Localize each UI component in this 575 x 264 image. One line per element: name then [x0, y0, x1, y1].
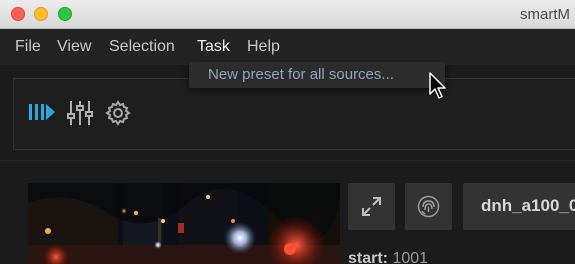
minimize-window-button[interactable]	[34, 7, 48, 21]
gear-icon[interactable]	[105, 100, 131, 131]
expand-button[interactable]	[348, 183, 395, 230]
section-divider	[0, 160, 575, 161]
close-window-button[interactable]	[11, 7, 25, 21]
source-name-button[interactable]: dnh_a100_0	[463, 183, 575, 230]
play-queue-icon[interactable]	[28, 100, 56, 129]
start-frame-row: start: 1001	[348, 250, 428, 264]
mouse-cursor-icon	[429, 72, 447, 105]
menu-help[interactable]: Help	[247, 38, 280, 56]
window-title: smartM	[520, 6, 570, 23]
menu-view[interactable]: View	[57, 38, 91, 56]
menu-file[interactable]: File	[15, 38, 41, 56]
source-thumbnail[interactable]	[28, 183, 340, 264]
sliders-icon[interactable]	[67, 100, 93, 131]
source-name: dnh_a100_0	[481, 196, 575, 215]
menu-selection[interactable]: Selection	[109, 38, 175, 56]
menu-bar: File View Selection Task Help	[0, 29, 575, 65]
task-menu-dropdown: New preset for all sources...	[189, 62, 445, 88]
fingerprint-button[interactable]	[405, 183, 452, 230]
menu-task[interactable]: Task	[197, 38, 230, 56]
start-value: 1001	[392, 250, 429, 264]
menu-item-new-preset-all-sources[interactable]: New preset for all sources...	[208, 66, 394, 83]
window-titlebar: smartM	[0, 0, 575, 29]
expand-icon	[361, 196, 382, 222]
toolbar-panel	[13, 78, 575, 150]
fingerprint-icon	[417, 195, 440, 223]
zoom-window-button[interactable]	[58, 7, 72, 21]
start-label: start:	[348, 250, 389, 264]
